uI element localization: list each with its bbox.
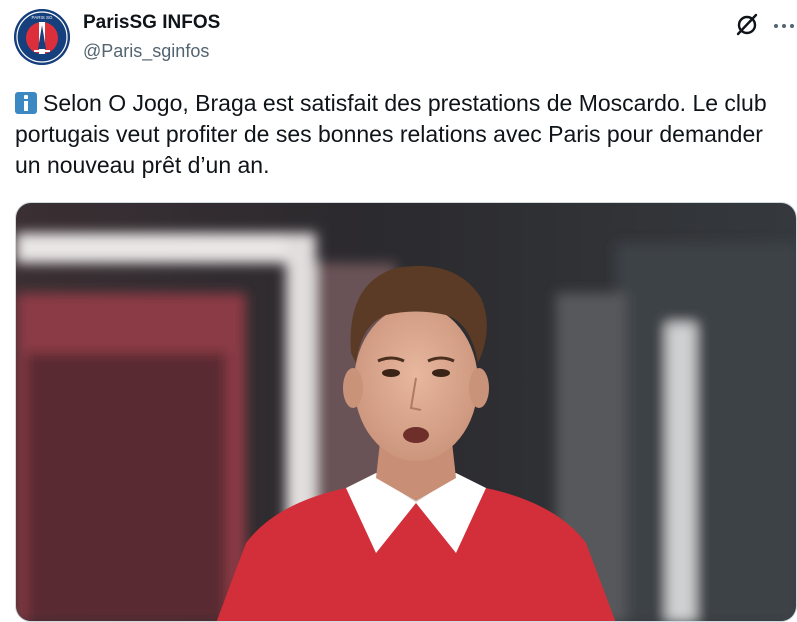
avatar[interactable]: PARIS SG (14, 9, 70, 65)
player-photo (16, 203, 796, 621)
information-icon (15, 92, 37, 114)
tweet-body: Selon O Jogo, Braga est satisfait des pr… (15, 90, 767, 178)
more-icon[interactable] (772, 10, 796, 38)
tweet-photo[interactable] (15, 202, 797, 622)
svg-text:PARIS SG: PARIS SG (32, 15, 53, 20)
author-handle[interactable]: @Paris_sginfos (83, 41, 209, 62)
author-name[interactable]: ParisSG INFOS (83, 12, 220, 34)
tweet-text: Selon O Jogo, Braga est satisfait des pr… (15, 88, 785, 181)
psg-logo-icon: PARIS SG (14, 9, 70, 65)
grok-icon[interactable] (733, 10, 761, 38)
